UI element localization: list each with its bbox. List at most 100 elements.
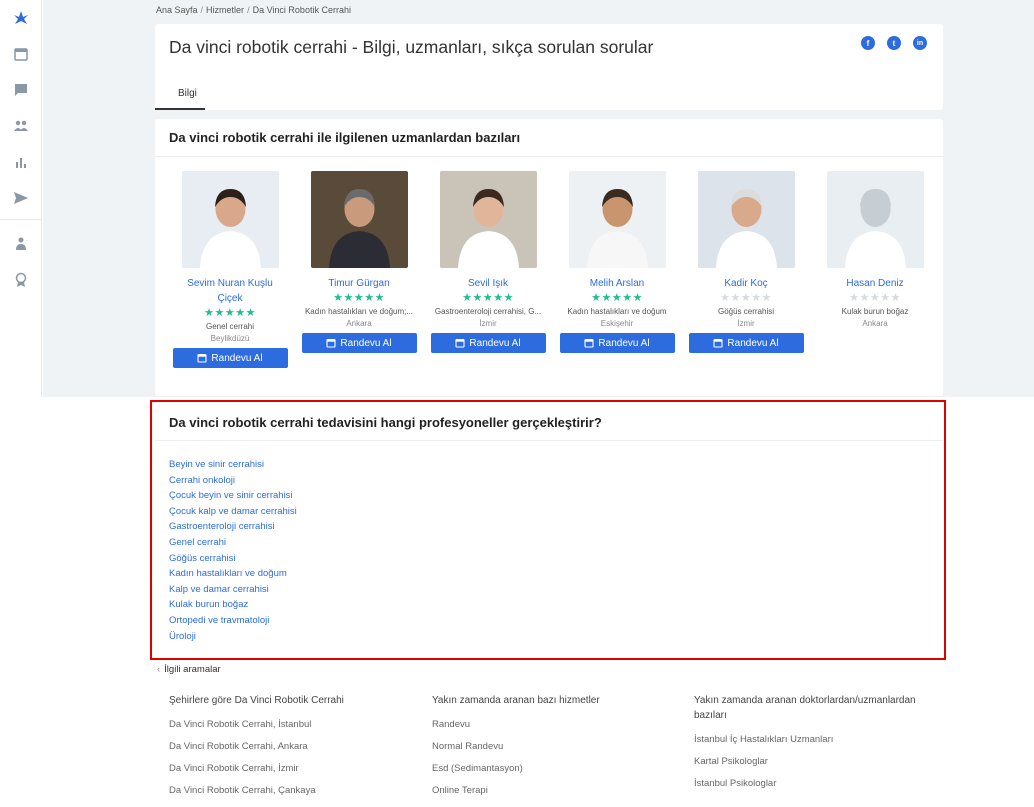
rating-stars: ★★★★★ xyxy=(557,292,677,305)
doctor-photo[interactable] xyxy=(439,171,537,268)
star-icon: ★ xyxy=(353,292,365,304)
rating-stars: ★★★★★ xyxy=(686,292,806,305)
related-link[interactable]: Da Vinci Robotik Cerrahi, Ankara xyxy=(169,741,409,752)
breadcrumb-services[interactable]: Hizmetler xyxy=(206,5,244,15)
related-link[interactable]: Kartal Psikologlar xyxy=(694,756,934,767)
star-icon: ★ xyxy=(720,292,731,304)
related-link[interactable]: Randevu xyxy=(432,719,672,730)
related-heading-text: İlgili aramalar xyxy=(164,664,221,675)
book-appointment-button[interactable]: Randevu Al xyxy=(688,333,804,353)
doctor-card[interactable]: Sevil Işık ★★★★★ Gastroenteroloji cerrahis… xyxy=(428,171,548,353)
users-icon[interactable] xyxy=(0,112,42,140)
related-link[interactable]: Normal Randevu xyxy=(432,741,672,752)
calendar-icon xyxy=(326,338,336,348)
star-icon: ★ xyxy=(472,292,483,304)
doctor-specialty: Kulak burun boğaz xyxy=(841,307,909,316)
star-icon: ★ xyxy=(462,292,473,304)
title-card: Da vinci robotik cerrahi - Bilgi, uzmanl… xyxy=(155,24,943,110)
doctor-photo[interactable] xyxy=(826,171,924,268)
rating-stars: ★★★★★ xyxy=(428,292,548,305)
breadcrumb: Ana Sayfa / Hizmetler / Da Vinci Robotik Cer… xyxy=(156,5,351,15)
star-icon: ★ xyxy=(503,292,514,304)
doctor-name[interactable]: Sevil Işık xyxy=(428,276,548,291)
calendar-icon[interactable] xyxy=(0,40,42,68)
star-icon: ★ xyxy=(880,292,891,304)
rating-stars: ★★★★★ xyxy=(299,292,419,305)
specialists-heading: Da vinci robotik cerrahi ile ilgilenen u… xyxy=(169,130,521,145)
doctor-photo[interactable] xyxy=(568,171,666,268)
left-sidebar xyxy=(0,0,42,397)
related-heading: ‹ İlgili aramalar xyxy=(157,664,221,675)
doctor-name[interactable]: Melih Arslan xyxy=(557,276,677,291)
related-column-title: Yakın zamanda aranan doktorlardan/uzmanl… xyxy=(694,695,916,721)
logo-icon[interactable] xyxy=(0,4,42,32)
doctor-name[interactable]: Sevim Nuran Kuşlu Çiçek xyxy=(170,276,290,306)
related-column: Yakın zamanda aranan doktorlardan/uzmanl… xyxy=(694,693,934,789)
book-appointment-label: Randevu Al xyxy=(727,337,779,349)
doctor-card[interactable]: Kadir Koç ★★★★★ Göğüs cerrahisi İzmir Randev… xyxy=(686,171,806,353)
book-appointment-button[interactable]: Randevu Al xyxy=(430,333,546,353)
related-column-title: Şehirlere göre Da Vinci Robotik Cerrahi xyxy=(169,695,344,706)
doctor-specialty: Kadın hastalıkları ve doğum;... xyxy=(304,307,414,316)
doctor-card[interactable]: Melih Arslan ★★★★★ Kadın hastalıkları ve d… xyxy=(557,171,677,353)
book-appointment-button[interactable]: Randevu Al xyxy=(301,333,417,353)
related-link[interactable]: Da Vinci Robotik Cerrahi, İzmir xyxy=(169,763,409,774)
facebook-icon[interactable]: f xyxy=(861,36,875,50)
send-icon[interactable] xyxy=(0,184,42,212)
book-appointment-button[interactable]: Randevu Al xyxy=(559,333,675,353)
chat-icon[interactable] xyxy=(0,76,42,104)
related-column: Yakın zamanda aranan bazı hizmetler Rande… xyxy=(432,693,672,796)
calendar-icon xyxy=(197,353,207,363)
doctor-name[interactable]: Timur Gürgan xyxy=(299,276,419,291)
star-icon: ★ xyxy=(740,292,752,304)
doctor-name[interactable]: Hasan Deniz xyxy=(815,276,935,291)
doctor-icon[interactable] xyxy=(0,230,42,258)
calendar-icon xyxy=(584,338,594,348)
related-link[interactable]: Esd (Sedimantasyon) xyxy=(432,763,672,774)
doctor-card[interactable]: Sevim Nuran Kuşlu Çiçek ★★★★★ Genel cerrah… xyxy=(170,171,290,368)
doctor-city: Beylikdüzü xyxy=(210,334,250,343)
star-icon: ★ xyxy=(204,307,215,319)
linkedin-icon[interactable]: in xyxy=(913,36,927,50)
star-icon: ★ xyxy=(890,292,901,304)
book-appointment-button[interactable]: Randevu Al xyxy=(172,348,288,368)
doctor-specialty: Kadın hastalıkları ve doğum xyxy=(567,307,667,316)
star-icon: ★ xyxy=(343,292,354,304)
chevron-left-icon[interactable]: ‹ xyxy=(157,664,160,675)
book-appointment-label: Randevu Al xyxy=(340,337,392,349)
doctor-photo[interactable] xyxy=(310,171,408,268)
related-link[interactable]: İstanbul Psikologlar xyxy=(694,778,934,789)
star-icon: ★ xyxy=(214,307,225,319)
doctor-card[interactable]: Hasan Deniz ★★★★★ Kulak burun boğaz Ankara xyxy=(815,171,935,328)
star-icon: ★ xyxy=(482,292,494,304)
doctor-name[interactable]: Kadir Koç xyxy=(686,276,806,291)
calendar-icon xyxy=(713,338,723,348)
doctor-city: İzmir xyxy=(737,319,755,328)
related-link[interactable]: Da Vinci Robotik Cerrahi, Çankaya xyxy=(169,785,409,796)
doctor-photo[interactable] xyxy=(697,171,795,268)
related-link[interactable]: Online Terapi xyxy=(432,785,672,796)
star-icon: ★ xyxy=(493,292,504,304)
sidebar-divider xyxy=(0,219,42,220)
award-icon[interactable] xyxy=(0,266,42,294)
breadcrumb-home[interactable]: Ana Sayfa xyxy=(156,5,198,15)
doctor-specialty: Gastroenteroloji cerrahisi, G... xyxy=(434,307,542,316)
twitter-icon[interactable]: t xyxy=(887,36,901,50)
page-title: Da vinci robotik cerrahi - Bilgi, uzmanl… xyxy=(169,37,654,57)
doctor-card[interactable]: Timur Gürgan ★★★★★ Kadın hastalıkları ve d… xyxy=(299,171,419,353)
doctor-photo[interactable] xyxy=(181,171,279,268)
rating-stars: ★★★★★ xyxy=(170,307,290,320)
star-icon: ★ xyxy=(374,292,385,304)
specialists-card: Da vinci robotik cerrahi ile ilgilenen u… xyxy=(155,119,943,396)
star-icon: ★ xyxy=(730,292,741,304)
divider xyxy=(155,156,943,157)
star-icon: ★ xyxy=(235,307,246,319)
tab-bilgi[interactable]: Bilgi xyxy=(178,88,197,99)
doctor-specialty: Genel cerrahi xyxy=(205,322,255,331)
star-icon: ★ xyxy=(611,292,623,304)
stats-icon[interactable] xyxy=(0,148,42,176)
star-icon: ★ xyxy=(622,292,633,304)
related-link[interactable]: İstanbul İç Hastalıkları Uzmanları xyxy=(694,734,934,745)
related-link[interactable]: Da Vinci Robotik Cerrahi, İstanbul xyxy=(169,719,409,730)
star-icon: ★ xyxy=(245,307,256,319)
